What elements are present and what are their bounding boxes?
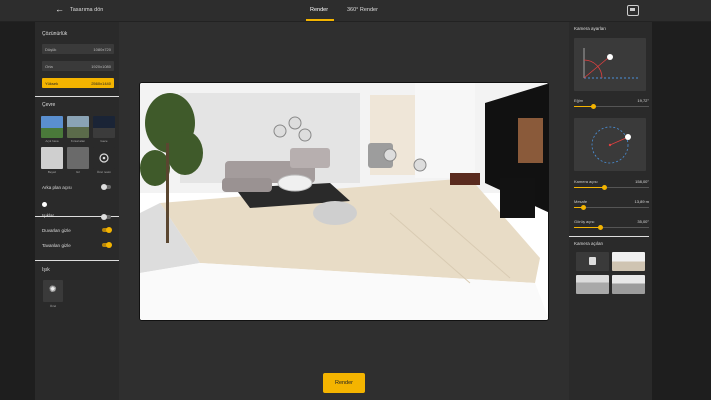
slider-knob[interactable] xyxy=(598,225,603,230)
camera-angle-dial-icon xyxy=(591,126,631,164)
back-to-design-button[interactable]: ← Tasarıma dön xyxy=(55,5,103,14)
lights-label: Işıklar xyxy=(42,213,55,218)
slider-fill xyxy=(574,187,604,188)
right-panel: Kamera ayarları Eğim 19,72° Kamera açısı… xyxy=(569,22,652,400)
resolution-option-low[interactable]: Düşük 1080x720 xyxy=(42,44,114,54)
camera-angles-title: Kamera açıları xyxy=(574,241,604,246)
environment-countryside-thumb[interactable] xyxy=(67,116,89,138)
environment-label: Beyaz xyxy=(47,170,57,174)
environment-custom-image-thumb[interactable] xyxy=(93,147,115,169)
camera-angle-value: 158,00° xyxy=(635,179,649,184)
back-label: Tasarıma dön xyxy=(70,6,104,13)
environment-label: Kırsal alan xyxy=(70,139,86,143)
field-of-view-value: 35,00° xyxy=(637,219,649,224)
resolution-title: Çözünürlük xyxy=(42,31,68,37)
light-option-label: Özel xyxy=(49,304,57,308)
light-option-custom[interactable]: ✺ xyxy=(43,280,63,302)
arrow-left-icon: ← xyxy=(55,4,64,14)
field-of-view-label: Görüş açısı xyxy=(574,219,595,224)
environment-title: Çevre xyxy=(42,102,56,108)
tilt-diagram[interactable] xyxy=(574,38,646,91)
lights-toggle[interactable] xyxy=(101,214,111,220)
slider-knob[interactable] xyxy=(581,205,586,210)
distance-value: 13,89 m xyxy=(634,199,649,204)
lights-row: Işıklar xyxy=(42,212,114,220)
camera-angle-thumb[interactable] xyxy=(612,252,645,271)
hide-ceilings-row: Tavanları gizle xyxy=(42,242,114,250)
image-icon xyxy=(99,153,109,163)
camera-angle-thumb[interactable] xyxy=(576,275,609,294)
resolution-value: 2560x1440 xyxy=(91,81,111,86)
save-icon xyxy=(589,257,596,265)
add-camera-angle-button[interactable] xyxy=(576,252,609,271)
hide-walls-toggle[interactable] xyxy=(102,227,112,233)
slider-knob[interactable] xyxy=(602,185,607,190)
resolution-name: Orta xyxy=(45,64,53,69)
environment-label: Açık hava xyxy=(45,139,59,143)
room-render-image xyxy=(140,83,548,320)
camera-settings-title: Kamera ayarları xyxy=(574,26,607,31)
background-angle-slider-knob[interactable] xyxy=(42,202,47,207)
background-angle-toggle[interactable] xyxy=(101,184,111,190)
tilt-gauge-icon xyxy=(583,48,639,79)
resolution-name: Düşük xyxy=(45,47,57,52)
environment-white-thumb[interactable] xyxy=(41,147,63,169)
right-margin xyxy=(652,22,711,400)
hide-walls-label: Duvarları gizle xyxy=(42,228,71,233)
environment-night-thumb[interactable] xyxy=(93,116,115,138)
tilt-value: 19,72° xyxy=(637,98,649,103)
resolution-option-high[interactable]: Yüksek 2560x1440 xyxy=(42,78,114,88)
render-preview[interactable] xyxy=(139,82,549,321)
slider-knob[interactable] xyxy=(591,104,596,109)
screen-icon[interactable] xyxy=(627,5,639,16)
tab-360-render[interactable]: 360° Render xyxy=(347,7,378,13)
camera-angle-thumb[interactable] xyxy=(612,275,645,294)
active-tab-indicator xyxy=(306,19,334,21)
environment-label: Gri xyxy=(76,170,80,174)
sun-icon: ✺ xyxy=(49,284,57,294)
slider-fill xyxy=(574,227,600,228)
environment-label: Gece xyxy=(100,139,108,143)
render-area: Render xyxy=(119,22,569,400)
camera-angle-label: Kamera açısı xyxy=(574,179,598,184)
tilt-label: Eğim xyxy=(574,98,584,103)
resolution-name: Yüksek xyxy=(45,81,59,86)
light-title: Işık xyxy=(42,267,50,273)
environment-outdoor-thumb[interactable] xyxy=(41,116,63,138)
hide-ceilings-toggle[interactable] xyxy=(102,242,112,248)
environment-gray-thumb[interactable] xyxy=(67,147,89,169)
divider xyxy=(569,236,649,237)
divider xyxy=(35,96,119,97)
top-bar: ← Tasarıma dön Render 360° Render xyxy=(0,0,711,22)
render-button[interactable]: Render xyxy=(323,373,365,393)
resolution-option-medium[interactable]: Orta 1920x1080 xyxy=(42,61,114,71)
divider xyxy=(35,260,119,261)
camera-angle-dial[interactable] xyxy=(574,118,646,171)
distance-label: Mesafe xyxy=(574,199,588,204)
resolution-value: 1920x1080 xyxy=(91,64,111,69)
background-angle-label: Arka plan açısı xyxy=(42,185,72,190)
environment-label: Özel resim xyxy=(96,170,112,174)
left-panel: Çözünürlük Düşük 1080x720 Orta 1920x1080… xyxy=(35,22,119,400)
hide-walls-row: Duvarları gizle xyxy=(42,227,114,235)
hide-ceilings-label: Tavanları gizle xyxy=(42,243,71,248)
tab-render[interactable]: Render xyxy=(310,7,328,13)
resolution-value: 1080x720 xyxy=(93,47,111,52)
background-angle-row: Arka plan açısı xyxy=(42,184,114,192)
